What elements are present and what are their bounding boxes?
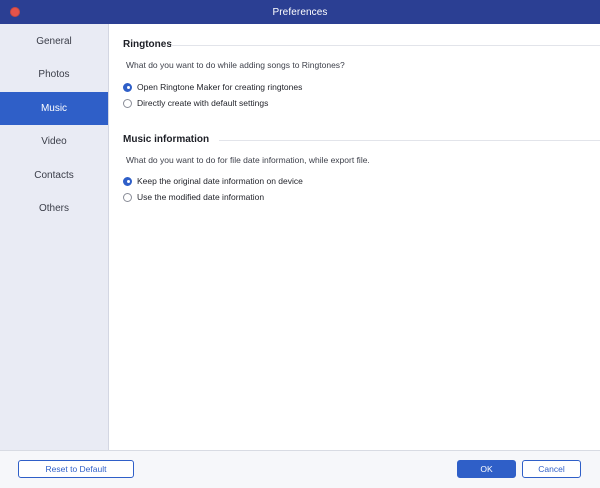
sidebar-item-others[interactable]: Others bbox=[0, 192, 108, 225]
ringtone-option-direct-create-label: Directly create with default settings bbox=[137, 98, 269, 108]
music-info-header: Music information bbox=[123, 134, 210, 145]
sidebar-item-video[interactable]: Video bbox=[0, 125, 108, 158]
radio-button-unchecked[interactable] bbox=[123, 98, 132, 108]
date-option-keep-original-label: Keep the original date information on de… bbox=[137, 176, 303, 186]
date-option-keep-original[interactable]: Keep the original date information on de… bbox=[123, 176, 303, 186]
ringtone-option-direct-create[interactable]: Directly create with default settings bbox=[123, 98, 268, 108]
radio-button-unchecked[interactable] bbox=[123, 192, 132, 202]
preferences-window: Preferences General Photos Music Video C… bbox=[0, 0, 600, 488]
radio-button-checked[interactable] bbox=[123, 176, 132, 186]
sidebar-item-music[interactable]: Music bbox=[0, 91, 108, 125]
cancel-button[interactable]: Cancel bbox=[522, 460, 581, 478]
music-info-question: What do you want to do for file date inf… bbox=[126, 155, 370, 165]
music-info-divider bbox=[219, 140, 600, 141]
ringtones-question: What do you want to do while adding song… bbox=[126, 60, 345, 70]
sidebar-item-photos[interactable]: Photos bbox=[0, 58, 108, 91]
title-bar: Preferences bbox=[0, 0, 600, 24]
sidebar-item-general[interactable]: General bbox=[0, 25, 108, 58]
close-window-icon[interactable] bbox=[10, 7, 20, 17]
ringtone-option-open-maker-label: Open Ringtone Maker for creating rington… bbox=[137, 82, 303, 92]
ok-button[interactable]: OK bbox=[457, 460, 516, 478]
footer-bar: Reset to Default OK Cancel bbox=[0, 450, 600, 488]
ringtone-option-open-maker[interactable]: Open Ringtone Maker for creating rington… bbox=[123, 82, 302, 92]
ringtones-divider bbox=[171, 45, 600, 46]
reset-to-default-button[interactable]: Reset to Default bbox=[18, 460, 134, 478]
sidebar: General Photos Music Video Contacts Othe… bbox=[0, 24, 109, 450]
radio-button-checked[interactable] bbox=[123, 82, 132, 92]
sidebar-item-contacts[interactable]: Contacts bbox=[0, 159, 108, 192]
ringtones-header: Ringtones bbox=[123, 39, 172, 50]
settings-panel: Ringtones What do you want to do while a… bbox=[109, 24, 600, 450]
window-title: Preferences bbox=[272, 6, 328, 18]
date-option-use-modified[interactable]: Use the modified date information bbox=[123, 192, 264, 202]
date-option-use-modified-label: Use the modified date information bbox=[137, 192, 265, 202]
